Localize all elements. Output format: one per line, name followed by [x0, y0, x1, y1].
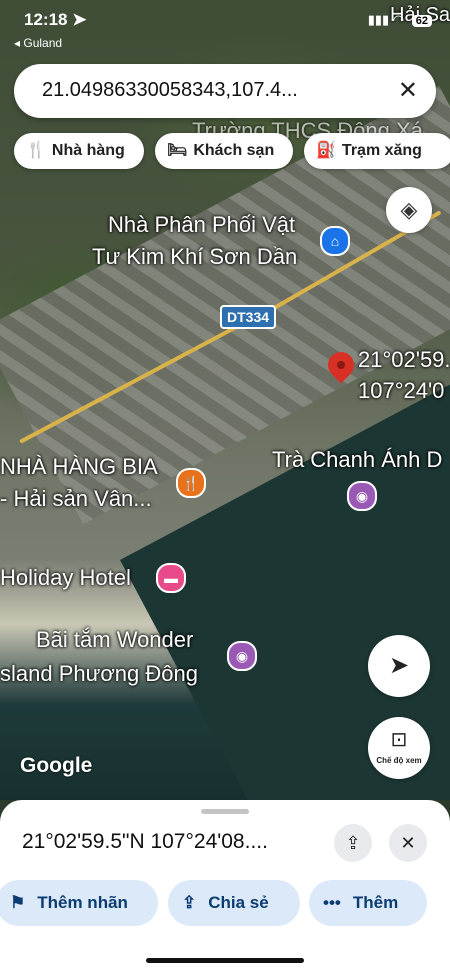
map-label-distributor-line2: Tư Kim Khí Sơn Dần	[92, 244, 298, 269]
chip-label: Trạm xăng	[341, 142, 422, 159]
flag-icon: ⚑	[10, 893, 26, 912]
status-time: 12:18 ➤	[24, 10, 87, 29]
road-shield-dt334: DT334	[220, 305, 277, 329]
map-label-hotel: Holiday Hotel	[0, 565, 131, 590]
street-view-label: Chế độ xem	[376, 756, 422, 765]
search-input[interactable]: 21.04986330058343,107.4...	[42, 79, 298, 102]
map-label-coord-line2: 107°24'0	[358, 378, 445, 403]
chip-label: Nhà hàng	[51, 142, 125, 159]
gas-pump-icon: ⛽	[316, 142, 336, 159]
map-label-beach-line1: Bãi tắm Wonder	[36, 627, 194, 652]
shop-poi-icon[interactable]: ⌂	[320, 226, 350, 256]
street-view-button[interactable]: ⊡ Chế độ xem	[368, 717, 430, 779]
close-sheet-button[interactable]: ✕	[389, 824, 427, 862]
clear-search-icon[interactable]: ✕	[398, 76, 418, 105]
share-button[interactable]: ⇪ Chia sẻ	[168, 880, 300, 926]
navigation-arrow-icon: ➤	[388, 652, 410, 679]
map-label-beach-line2: sland Phương Đông	[0, 661, 198, 686]
google-logo: Google	[20, 754, 93, 777]
street-view-icon: ⊡	[390, 729, 408, 751]
bottom-sheet: 21°02'59.5"N 107°24'08.... ⇪ ✕ ⚑ Thêm nhã…	[0, 800, 450, 974]
more-icon: •••	[323, 893, 341, 912]
home-indicator	[146, 958, 304, 963]
map-label-tea-shop: Trà Chanh Ánh D	[272, 447, 443, 472]
action-label: Thêm	[352, 893, 399, 912]
signal-wifi-icon: ▮▮▮ ◠	[367, 12, 405, 27]
map-label-restaurant-line1: NHÀ HÀNG BIA	[0, 454, 158, 479]
share-icon: ⇪	[182, 893, 197, 912]
add-label-button[interactable]: ⚑ Thêm nhãn	[0, 880, 158, 926]
battery-icon: 62	[411, 15, 432, 27]
chip-gas-stations[interactable]: ⛽ Trạm xăng	[304, 133, 450, 169]
bed-icon: 🛏	[167, 142, 188, 159]
status-bar: 12:18 ➤ ◂ Guland ▮▮▮ ◠ 62	[0, 0, 450, 52]
map-label-coord-line1: 21°02'59.	[358, 347, 450, 372]
map-label-distributor-line1: Nhà Phân Phối Vật	[108, 212, 296, 237]
search-bar[interactable]: 21.04986330058343,107.4... ✕	[14, 64, 436, 118]
action-label: Thêm nhãn	[37, 893, 128, 912]
more-button[interactable]: ••• Thêm	[309, 880, 427, 926]
map-label-restaurant-line2: - Hải sản Vân...	[0, 486, 152, 511]
layers-button[interactable]: ◈	[386, 187, 432, 233]
my-location-button[interactable]: ➤	[368, 635, 430, 697]
action-label: Chia sẻ	[208, 893, 269, 912]
restaurant-poi-icon[interactable]: 🍴	[176, 468, 206, 498]
beach-poi-icon[interactable]: ◉	[227, 641, 257, 671]
tea-shop-poi-icon[interactable]: ◉	[347, 481, 377, 511]
coordinates-title: 21°02'59.5"N 107°24'08....	[22, 830, 268, 853]
hotel-poi-icon[interactable]: ▬	[156, 563, 186, 593]
fork-knife-icon: 🍴	[26, 142, 46, 159]
chip-hotels[interactable]: 🛏 Khách sạn	[155, 133, 293, 169]
status-icons: ▮▮▮ ◠ 62	[368, 12, 432, 28]
sheet-drag-handle[interactable]	[201, 809, 249, 814]
chip-label: Khách sạn	[193, 142, 275, 159]
share-icon-button[interactable]: ⇪	[334, 824, 372, 862]
back-to-app-link[interactable]: ◂ Guland	[14, 36, 62, 50]
chip-restaurants[interactable]: 🍴 Nhà hàng	[14, 133, 144, 169]
